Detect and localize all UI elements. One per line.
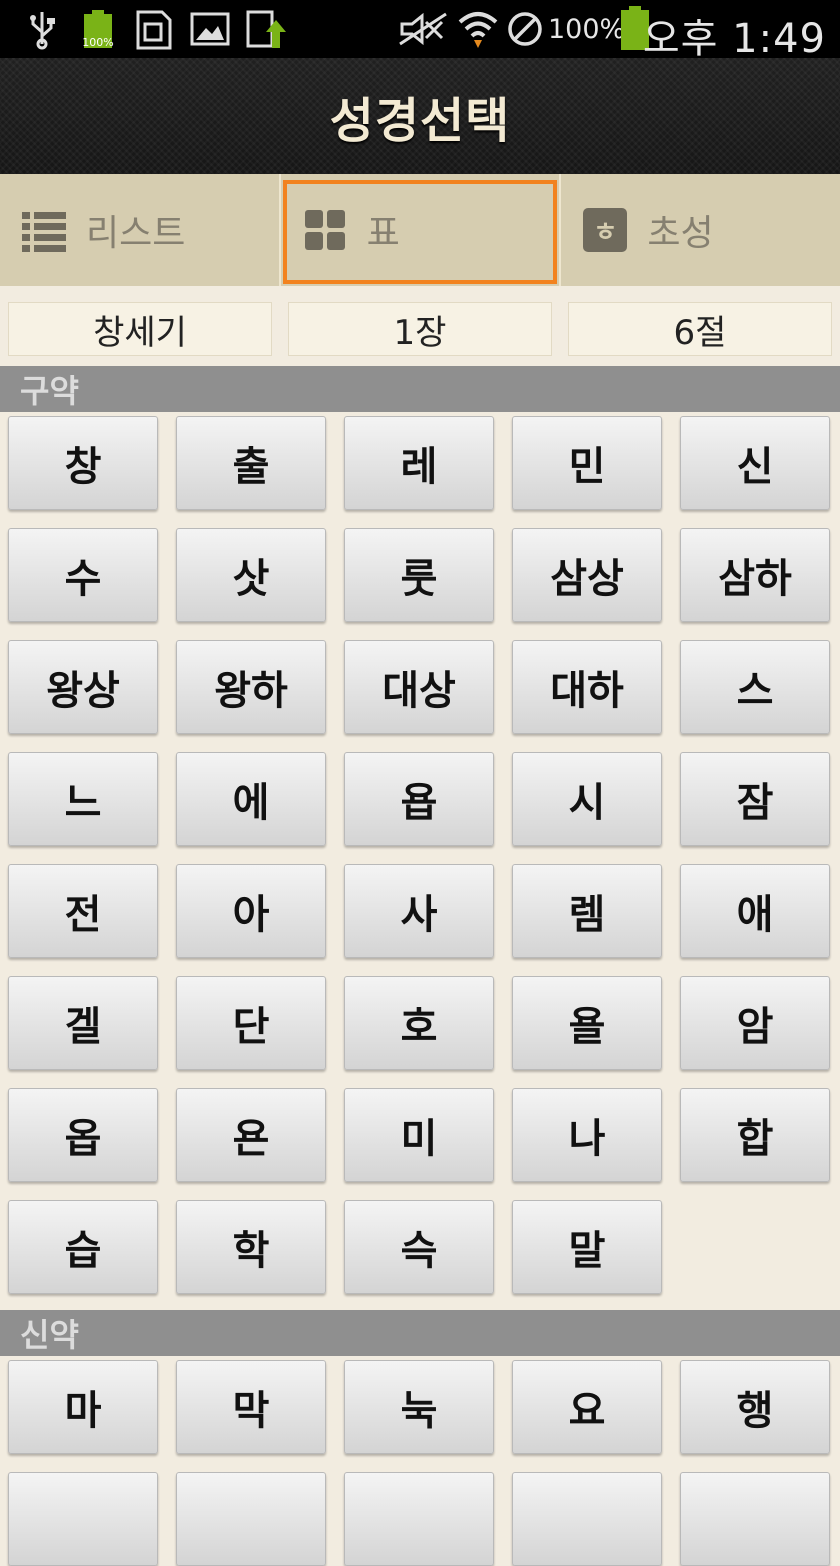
book-button[interactable]: 사 bbox=[344, 864, 494, 958]
selected-verse[interactable]: 6절 bbox=[568, 302, 832, 356]
section-header-old-testament: 구약 bbox=[0, 366, 840, 412]
selected-chapter[interactable]: 1장 bbox=[288, 302, 552, 356]
book-button[interactable]: 암 bbox=[680, 976, 830, 1070]
usb-icon bbox=[30, 12, 55, 50]
hangul-initial-icon: ㅎ bbox=[583, 208, 628, 252]
tab-list-label: 리스트 bbox=[86, 213, 186, 254]
old-testament-grid: 창 출 레 민 신수 삿 룻 삼상 삼하왕상 왕하 대상 대하 스느 에 욥 시 잠전 아 사 렘 애겔 단 호 욜 암옵 욘 미 나… bbox=[0, 412, 840, 1308]
book-button[interactable]: 시 bbox=[512, 752, 662, 846]
book-button-partial[interactable] bbox=[680, 1472, 830, 1566]
book-button[interactable]: 단 bbox=[176, 976, 326, 1070]
book-button[interactable]: 왕하 bbox=[176, 640, 326, 734]
book-button[interactable]: 대상 bbox=[344, 640, 494, 734]
book-button[interactable]: 잠 bbox=[680, 752, 830, 846]
app-header: 성경선택 bbox=[0, 58, 840, 174]
book-button-partial[interactable] bbox=[344, 1472, 494, 1566]
book-button[interactable]: 왕상 bbox=[8, 640, 158, 734]
book-button[interactable]: 신 bbox=[680, 416, 830, 510]
no-signal-icon bbox=[508, 12, 542, 46]
book-button[interactable]: 레 bbox=[344, 416, 494, 510]
book-button[interactable]: 겔 bbox=[8, 976, 158, 1070]
tab-list[interactable]: 리스트 bbox=[0, 174, 281, 286]
status-clock: 오후 1:49 bbox=[642, 16, 826, 62]
section-header-new-testament: 신약 bbox=[0, 1310, 840, 1356]
book-button-partial[interactable] bbox=[8, 1472, 158, 1566]
book-button[interactable]: 막 bbox=[176, 1360, 326, 1454]
list-icon bbox=[22, 208, 66, 252]
tab-grid[interactable]: 표 bbox=[281, 174, 562, 286]
book-button[interactable]: 출 bbox=[176, 416, 326, 510]
battery-small-label: 100% bbox=[82, 36, 114, 49]
page-title: 성경선택 bbox=[329, 93, 511, 149]
mute-icon bbox=[399, 12, 447, 46]
book-button[interactable]: 행 bbox=[680, 1360, 830, 1454]
sd-card-icon bbox=[136, 10, 172, 50]
tab-initial[interactable]: ㅎ 초성 bbox=[561, 174, 840, 286]
grid-icon bbox=[303, 208, 347, 252]
book-button[interactable]: 합 bbox=[680, 1088, 830, 1182]
book-button[interactable]: 삿 bbox=[176, 528, 326, 622]
book-button[interactable]: 호 bbox=[344, 976, 494, 1070]
book-button[interactable]: 욜 bbox=[512, 976, 662, 1070]
book-button[interactable]: 옵 bbox=[8, 1088, 158, 1182]
book-button[interactable]: 느 bbox=[8, 752, 158, 846]
book-button[interactable]: 삼상 bbox=[512, 528, 662, 622]
new-testament-grid: 마막눅요행 bbox=[0, 1356, 840, 1566]
book-button[interactable]: 학 bbox=[176, 1200, 326, 1294]
upload-icon bbox=[246, 10, 286, 48]
book-button[interactable]: 창 bbox=[8, 416, 158, 510]
book-button[interactable]: 슥 bbox=[344, 1200, 494, 1294]
selected-book[interactable]: 창세기 bbox=[8, 302, 272, 356]
book-button[interactable]: 민 bbox=[512, 416, 662, 510]
book-button-partial[interactable] bbox=[512, 1472, 662, 1566]
book-button[interactable]: 눅 bbox=[344, 1360, 494, 1454]
book-button[interactable]: 전 bbox=[8, 864, 158, 958]
book-button-partial[interactable] bbox=[176, 1472, 326, 1566]
book-button[interactable]: 룻 bbox=[344, 528, 494, 622]
book-button[interactable]: 마 bbox=[8, 1360, 158, 1454]
wifi-icon bbox=[458, 12, 498, 48]
book-button[interactable]: 미 bbox=[344, 1088, 494, 1182]
book-button[interactable]: 습 bbox=[8, 1200, 158, 1294]
book-button[interactable]: 삼하 bbox=[680, 528, 830, 622]
image-icon bbox=[190, 12, 230, 46]
book-button[interactable]: 요 bbox=[512, 1360, 662, 1454]
book-button[interactable]: 나 bbox=[512, 1088, 662, 1182]
status-bar: 100% 100% 오후 1:49 bbox=[0, 0, 840, 62]
book-button[interactable]: 에 bbox=[176, 752, 326, 846]
book-button[interactable]: 대하 bbox=[512, 640, 662, 734]
tab-grid-label: 표 bbox=[366, 213, 400, 254]
tab-initial-label: 초성 bbox=[647, 213, 714, 254]
book-button[interactable]: 렘 bbox=[512, 864, 662, 958]
book-button[interactable]: 수 bbox=[8, 528, 158, 622]
book-button[interactable]: 애 bbox=[680, 864, 830, 958]
current-selection: 창세기 1장 6절 bbox=[0, 286, 840, 366]
hangul-initial-glyph: ㅎ bbox=[593, 217, 618, 248]
book-button[interactable]: 아 bbox=[176, 864, 326, 958]
view-tabs: 리스트 표 ㅎ 초성 bbox=[0, 174, 840, 286]
book-button[interactable]: 스 bbox=[680, 640, 830, 734]
book-button[interactable]: 욘 bbox=[176, 1088, 326, 1182]
book-button[interactable]: 욥 bbox=[344, 752, 494, 846]
battery-percent: 100% bbox=[548, 14, 626, 45]
book-button[interactable]: 말 bbox=[512, 1200, 662, 1294]
